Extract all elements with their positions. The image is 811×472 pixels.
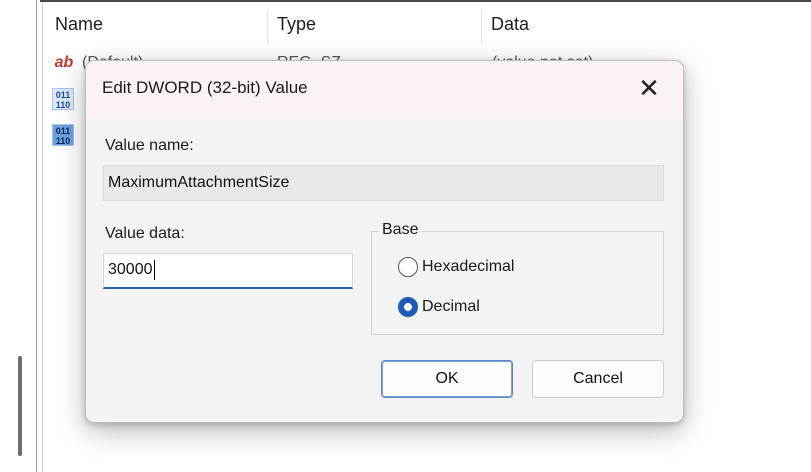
value-data-label: Value data: xyxy=(105,225,185,242)
text-caret xyxy=(153,259,155,280)
radio-label-decimal: Decimal xyxy=(422,298,480,315)
value-name-field: MaximumAttachmentSize xyxy=(103,165,664,201)
dialog-title: Edit DWORD (32-bit) Value xyxy=(102,78,308,97)
edit-dword-dialog: Edit DWORD (32-bit) Value ✕ Value name: … xyxy=(85,60,684,423)
cancel-button[interactable]: Cancel xyxy=(532,360,664,398)
tree-scrollbar-thumb[interactable] xyxy=(18,356,22,456)
base-legend: Base xyxy=(378,221,423,239)
dword-value-icon-selected: 011 110 xyxy=(52,124,74,146)
column-header-data[interactable]: Data xyxy=(491,4,529,44)
column-header-name[interactable]: Name xyxy=(55,4,103,44)
base-group: Base Hexadecimal Decimal xyxy=(371,221,664,335)
top-border xyxy=(40,0,811,2)
radio-button-unchecked[interactable] xyxy=(398,257,418,277)
pane-divider-inner xyxy=(42,0,43,472)
pane-divider[interactable] xyxy=(36,0,37,472)
list-header: Name Type Data xyxy=(43,4,811,44)
dword-value-icon: 011 110 xyxy=(52,88,74,110)
column-header-type[interactable]: Type xyxy=(277,4,316,44)
column-separator[interactable] xyxy=(267,10,268,44)
value-data-text: 30000 xyxy=(108,261,153,278)
value-name-label: Value name: xyxy=(105,137,194,154)
radio-label-hexadecimal: Hexadecimal xyxy=(422,258,515,275)
column-separator[interactable] xyxy=(481,10,482,44)
string-value-icon: ab xyxy=(54,54,74,71)
ok-button[interactable]: OK xyxy=(381,360,513,398)
close-icon[interactable]: ✕ xyxy=(629,71,669,107)
radio-button-checked[interactable] xyxy=(398,297,418,317)
value-data-input[interactable]: 30000 xyxy=(103,253,353,289)
dialog-titlebar[interactable]: Edit DWORD (32-bit) Value ✕ xyxy=(86,61,683,117)
